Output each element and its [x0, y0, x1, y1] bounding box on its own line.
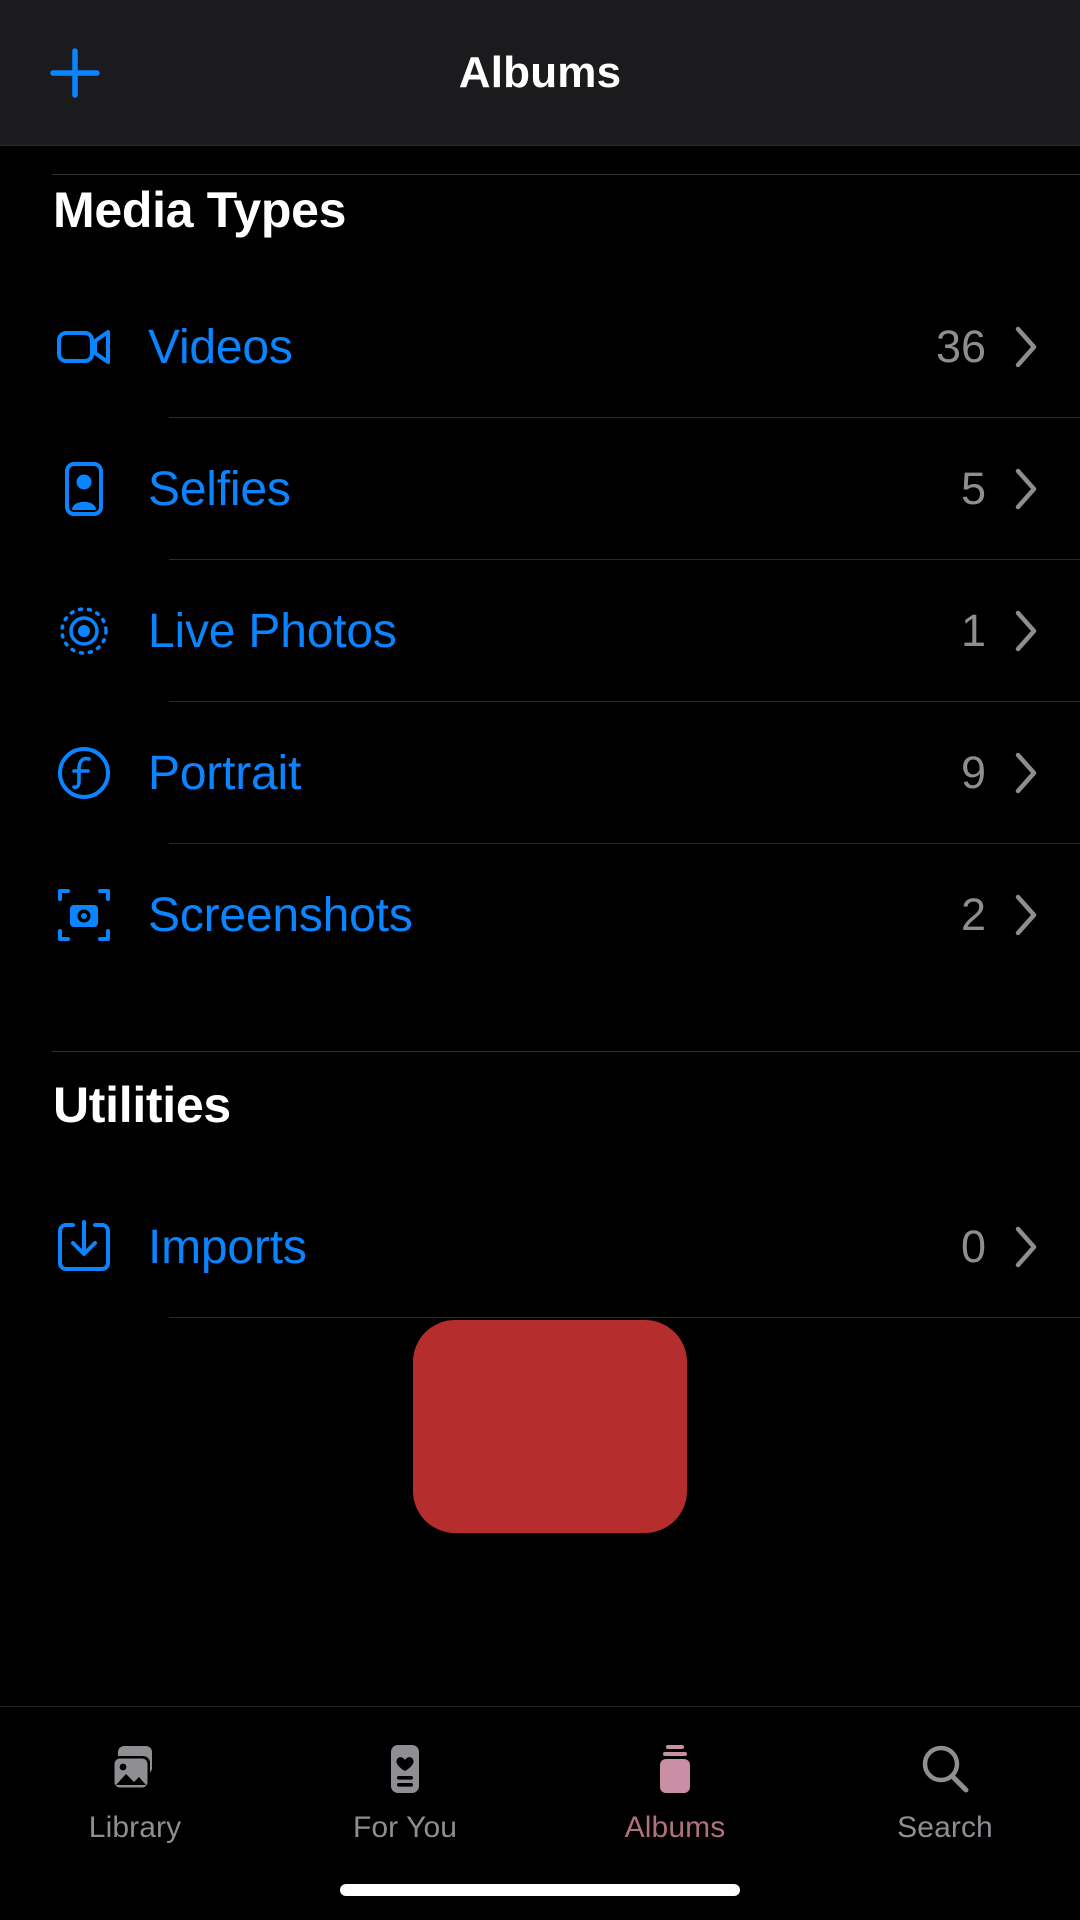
- chevron-right-icon: [1012, 466, 1040, 512]
- video-camera-icon: [53, 316, 115, 378]
- page-title: Albums: [458, 48, 622, 97]
- row-separator: [169, 1317, 1080, 1318]
- album-row-portrait[interactable]: Portrait 9: [0, 702, 1080, 844]
- tab-library[interactable]: Library: [0, 1707, 270, 1877]
- tab-for-you[interactable]: For You: [270, 1707, 540, 1877]
- photo-stack-icon: [106, 1739, 164, 1799]
- tab-label: For You: [352, 1811, 458, 1844]
- tab-label: Albums: [624, 1811, 726, 1844]
- camera-viewfinder-icon: [53, 884, 115, 946]
- magnifier-icon: [916, 1739, 974, 1799]
- album-row-screenshots[interactable]: Screenshots 2: [0, 844, 1080, 986]
- album-row-selfies[interactable]: Selfies 5: [0, 418, 1080, 560]
- tab-albums[interactable]: Albums: [540, 1707, 810, 1877]
- tab-bar: Library For You Albums Search: [0, 1706, 1080, 1920]
- live-photo-icon: [53, 600, 115, 662]
- heart-card-icon: [376, 1739, 434, 1799]
- chevron-right-icon: [1012, 750, 1040, 796]
- album-label: Screenshots: [148, 888, 413, 942]
- album-count: 0: [960, 1221, 986, 1272]
- album-count: 9: [960, 747, 986, 798]
- album-count: 5: [960, 463, 986, 514]
- album-row-videos[interactable]: Videos 36: [0, 276, 1080, 418]
- download-tray-icon: [53, 1216, 115, 1278]
- tab-search[interactable]: Search: [810, 1707, 1080, 1877]
- album-count: 36: [935, 321, 986, 372]
- album-row-imports[interactable]: Imports 0: [0, 1176, 1080, 1318]
- section-header-media-types: Media Types: [53, 182, 347, 238]
- album-label: Live Photos: [148, 604, 397, 658]
- media-types-rows: Videos 36 Selfies 5 Live Photos 1 Portra…: [0, 276, 1080, 986]
- person-portrait-icon: [53, 458, 115, 520]
- chevron-right-icon: [1012, 892, 1040, 938]
- chevron-right-icon: [1012, 608, 1040, 654]
- utilities-rows: Imports 0: [0, 1176, 1080, 1318]
- album-label: Videos: [148, 320, 293, 374]
- chevron-right-icon: [1012, 324, 1040, 370]
- album-label: Portrait: [148, 746, 302, 800]
- album-label: Selfies: [148, 462, 291, 516]
- section-header-utilities: Utilities: [53, 1077, 231, 1133]
- tab-label: Library: [88, 1811, 182, 1844]
- tab-label: Search: [897, 1811, 993, 1844]
- top-divider: [52, 174, 1080, 175]
- photos-albums-screen: Albums Media Types Videos 36 Selfies 5 L…: [0, 0, 1080, 1920]
- home-indicator: [340, 1884, 740, 1896]
- section-divider: [52, 1051, 1080, 1052]
- navigation-bar: Albums: [0, 0, 1080, 146]
- album-row-live-photos[interactable]: Live Photos 1: [0, 560, 1080, 702]
- album-count: 2: [960, 889, 986, 940]
- album-label: Imports: [148, 1220, 307, 1274]
- album-count: 1: [960, 605, 986, 656]
- chevron-right-icon: [1012, 1224, 1040, 1270]
- albums-stack-icon: [646, 1739, 704, 1799]
- f-stop-circle-icon: [53, 742, 115, 804]
- albums-list: Media Types Videos 36 Selfies 5 Live Pho…: [0, 146, 1080, 1706]
